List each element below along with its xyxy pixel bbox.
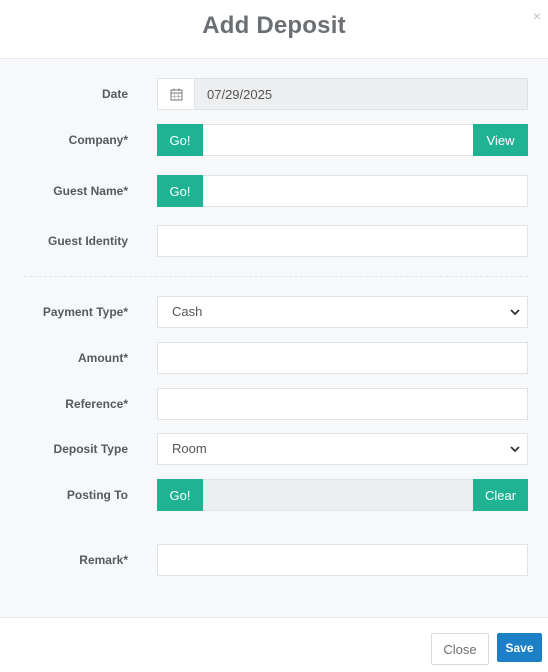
reference-label: Reference*	[65, 397, 128, 411]
company-row: Company* Go! View	[0, 124, 548, 156]
guest-identity-label: Guest Identity	[47, 234, 128, 248]
posting-to-clear-button[interactable]: Clear	[473, 479, 528, 511]
guest-name-row: Guest Name* Go!	[0, 175, 548, 207]
close-icon[interactable]: ×	[533, 9, 541, 23]
reference-input[interactable]	[158, 389, 527, 419]
date-group	[157, 78, 528, 110]
amount-row: Amount*	[0, 342, 548, 374]
posting-to-label: Posting To	[66, 488, 128, 502]
guest-name-label: Guest Name*	[53, 184, 128, 198]
close-button[interactable]: Close	[431, 633, 489, 665]
calendar-icon[interactable]	[158, 79, 195, 109]
modal-header: Add Deposit ×	[0, 0, 548, 59]
remark-label: Remark*	[79, 553, 128, 567]
guest-identity-group	[157, 225, 528, 257]
posting-to-row: Posting To Go! Clear	[0, 479, 548, 511]
guest-name-group: Go!	[157, 175, 528, 207]
company-view-button[interactable]: View	[473, 124, 528, 156]
chevron-down-icon	[510, 309, 520, 316]
amount-label: Amount*	[78, 351, 128, 365]
date-row: Date	[0, 78, 548, 110]
modal-title: Add Deposit	[202, 12, 346, 39]
deposit-type-value: Room	[172, 441, 207, 456]
company-label: Company*	[68, 133, 128, 147]
company-go-button[interactable]: Go!	[157, 124, 203, 156]
payment-type-label: Payment Type*	[42, 305, 128, 319]
reference-group	[157, 388, 528, 420]
deposit-type-select[interactable]: Room	[157, 433, 528, 465]
guest-identity-input[interactable]	[158, 226, 527, 256]
section-divider	[24, 276, 528, 277]
guest-name-input[interactable]	[202, 176, 527, 206]
date-input[interactable]	[195, 79, 527, 109]
guest-identity-row: Guest Identity	[0, 225, 548, 257]
payment-type-value: Cash	[172, 304, 203, 319]
company-input[interactable]	[202, 125, 474, 155]
guest-name-go-button[interactable]: Go!	[157, 175, 203, 207]
save-button[interactable]: Save	[497, 633, 542, 662]
remark-group	[157, 544, 528, 576]
payment-type-row: Payment Type* Cash	[0, 296, 548, 328]
deposit-type-row: Deposit Type Room	[0, 433, 548, 465]
amount-input[interactable]	[158, 343, 527, 373]
posting-to-field	[202, 480, 474, 510]
payment-type-select[interactable]: Cash	[157, 296, 528, 328]
remark-input[interactable]	[158, 545, 527, 575]
posting-to-group: Go! Clear	[157, 479, 528, 511]
amount-group	[157, 342, 528, 374]
date-label: Date	[101, 87, 128, 101]
posting-to-go-button[interactable]: Go!	[157, 479, 203, 511]
company-group: Go! View	[157, 124, 528, 156]
chevron-down-icon	[510, 446, 520, 453]
modal-body: Date Company* Go! View	[0, 59, 548, 618]
remark-row: Remark*	[0, 544, 548, 576]
deposit-type-label: Deposit Type	[53, 442, 128, 456]
reference-row: Reference*	[0, 388, 548, 420]
